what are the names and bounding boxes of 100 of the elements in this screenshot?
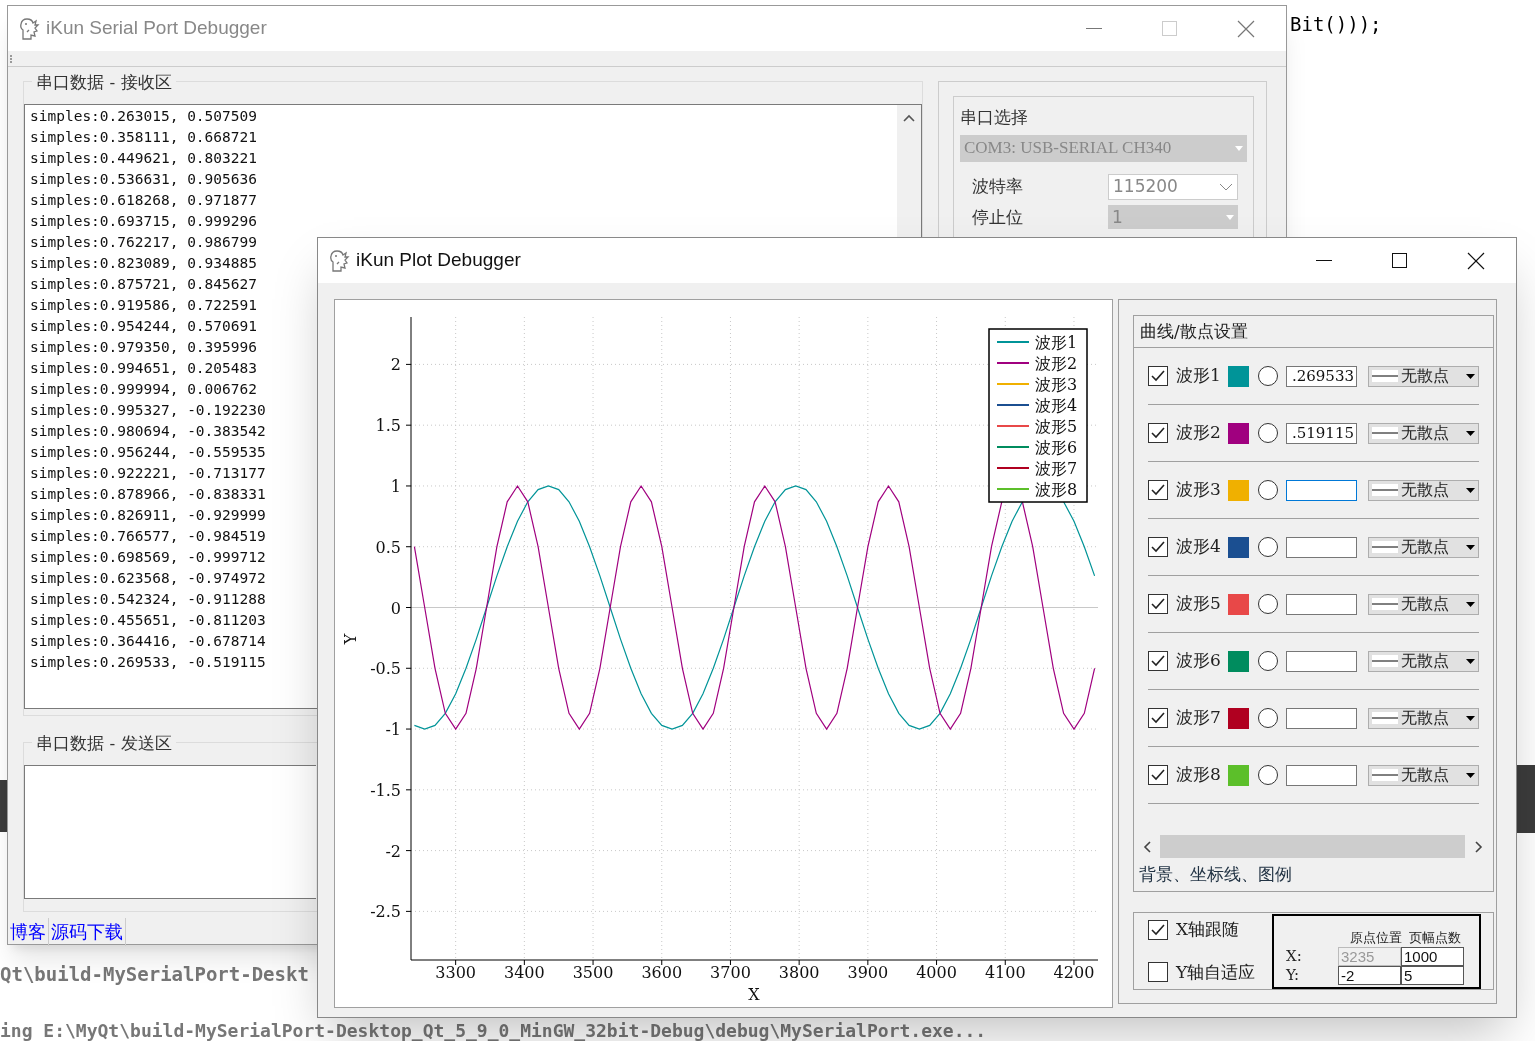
value-field[interactable] [1286,764,1357,786]
text-line: simples:0.994651, 0.205483 [30,359,257,378]
color-swatch[interactable] [1228,650,1249,672]
color-swatch[interactable] [1228,536,1249,558]
tick-label: -1 [385,720,401,740]
color-swatch[interactable] [1228,365,1249,387]
caret-icon [1466,715,1475,721]
text-line: simples:0.364416, -0.678714 [30,632,266,651]
value-field[interactable] [1286,536,1357,558]
color-swatch[interactable] [1228,479,1249,501]
line-style-icon [1372,655,1398,667]
scroll-thumb[interactable] [1160,835,1465,858]
value-field[interactable] [1286,707,1357,729]
color-swatch[interactable] [1228,764,1249,786]
dropdown[interactable]: 115200 [1108,173,1238,200]
checkbox[interactable] [1148,366,1168,386]
text-line: simples:0.358111, 0.668721 [30,128,257,147]
radio-button[interactable] [1258,708,1278,728]
color-swatch[interactable] [1228,422,1249,444]
tick-label: 0 [390,598,401,618]
style-dropdown[interactable]: 无散点 [1368,365,1479,387]
legend-label: 波形5 [1035,417,1078,436]
radio-button[interactable] [1258,537,1278,557]
checkbox[interactable] [1148,919,1168,940]
caret-icon [1466,487,1475,493]
checkbox[interactable] [1148,962,1168,983]
style-dropdown[interactable]: 无散点 [1368,422,1479,444]
text-line: simples:0.956244, -0.559535 [30,443,266,462]
checkbox[interactable] [1148,423,1168,443]
text-line: simples:0.954244, 0.570691 [30,317,257,336]
tick-label: 3500 [572,963,614,982]
console-line: Qt\build-MySerialPort-Deskt [0,962,309,987]
minimize-icon[interactable] [1316,259,1332,262]
value-field[interactable]: .519115 [1286,422,1357,444]
radio-button[interactable] [1258,423,1278,443]
value-field[interactable]: 5 [1401,966,1464,985]
value-field[interactable] [1286,650,1357,672]
radio-button[interactable] [1258,480,1278,500]
checkbox[interactable] [1148,708,1168,728]
text-line: simples:0.875721, 0.845627 [30,275,257,294]
option-label: X轴跟随 [1176,918,1240,941]
checkbox[interactable] [1148,651,1168,671]
tick-label: 1.5 [375,416,401,436]
row-label: Y: [1286,968,1301,983]
style-dropdown[interactable]: 无散点 [1368,650,1479,672]
radio-button[interactable] [1258,765,1278,785]
checkbox[interactable] [1148,537,1168,557]
text-line: simples:0.693715, 0.999296 [30,212,257,231]
text-line: simples:0.618268, 0.971877 [30,191,257,210]
tick-label: 1 [390,476,401,496]
chevron-left-icon[interactable] [1143,840,1151,853]
dropdown-value: 115200 [1113,174,1179,198]
close-icon[interactable] [1467,251,1485,270]
value-field[interactable] [1286,593,1357,615]
radio-button[interactable] [1258,366,1278,386]
axis-label: Y [341,633,360,645]
line-style-icon [1372,598,1398,610]
row-label: 波形3 [1176,478,1222,502]
value-field[interactable]: -2 [1338,966,1401,985]
link[interactable]: 博客 [8,918,49,946]
legend-label: 波形2 [1035,354,1078,373]
style-dropdown[interactable]: 无散点 [1368,479,1479,501]
style-dropdown[interactable]: 无散点 [1368,764,1479,786]
text-line: simples:0.762217, 0.986799 [30,233,257,252]
style-dropdown[interactable]: 无散点 [1368,536,1479,558]
window-title: iKun Serial Port Debugger [46,16,267,41]
tab[interactable]: 背景、坐标线、图例 [1134,860,1493,890]
caret-icon [1466,544,1475,550]
maximize-icon[interactable] [1392,252,1408,269]
link[interactable]: 源码下载 [49,918,126,946]
value-field[interactable]: 1000 [1401,947,1464,966]
radio-button[interactable] [1258,594,1278,614]
chevron-down-icon [1219,182,1233,191]
style-dropdown[interactable]: 无散点 [1368,593,1479,615]
scroll-up-icon[interactable] [903,114,915,122]
caret-icon [1235,145,1243,151]
text-line: simples:0.878966, -0.838331 [30,485,266,504]
value-field[interactable] [1286,479,1357,501]
tick-label: 0.5 [375,537,401,557]
line-style-icon [1372,370,1398,382]
color-swatch[interactable] [1228,593,1249,615]
tick-label: 3900 [847,963,889,982]
toolbar-grip[interactable] [10,54,13,63]
tick-label: 4200 [1053,963,1095,982]
style-dropdown[interactable]: 无散点 [1368,707,1479,729]
window-title: iKun Plot Debugger [356,248,521,273]
text-line: simples:0.263015, 0.507509 [30,107,257,126]
column-header: 页幅点数 [1408,928,1462,947]
tick-label: 3700 [710,963,751,982]
text-line: simples:0.698569, -0.999712 [30,548,266,567]
text-line: simples:0.269533, -0.519115 [30,653,266,672]
color-swatch[interactable] [1228,707,1249,729]
checkbox[interactable] [1148,480,1168,500]
checkbox[interactable] [1148,594,1168,614]
chevron-right-icon[interactable] [1475,840,1483,853]
value-field[interactable]: .269533 [1286,365,1357,387]
radio-button[interactable] [1258,651,1278,671]
checkbox[interactable] [1148,765,1168,785]
caret-icon [1466,772,1475,778]
text-line: simples:0.449621, 0.803221 [30,149,257,168]
